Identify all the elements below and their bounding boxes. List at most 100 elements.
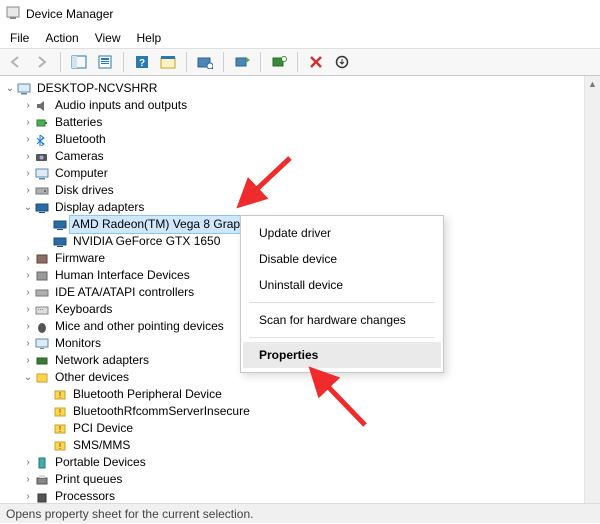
forward-button[interactable] (30, 51, 54, 73)
expand-icon[interactable]: › (22, 335, 34, 352)
ctx-scan-hardware[interactable]: Scan for hardware changes (243, 307, 441, 333)
menu-file[interactable]: File (4, 29, 35, 47)
expand-icon[interactable]: › (22, 114, 34, 131)
tree-label: Keyboards (54, 301, 113, 318)
expand-icon[interactable]: › (22, 318, 34, 335)
ctx-uninstall-device[interactable]: Uninstall device (243, 272, 441, 298)
tree-item[interactable]: › Computer (4, 165, 600, 182)
menu-action[interactable]: Action (39, 29, 84, 47)
properties-button[interactable] (93, 51, 117, 73)
menu-bar: File Action View Help (0, 28, 600, 48)
bluetooth-icon (34, 132, 50, 148)
menu-view[interactable]: View (89, 29, 127, 47)
portable-device-icon (34, 455, 50, 471)
audio-icon (34, 98, 50, 114)
expand-icon[interactable]: › (22, 148, 34, 165)
expand-icon[interactable]: › (22, 250, 34, 267)
tree-item[interactable]: › Portable Devices (4, 454, 600, 471)
tree-label: Human Interface Devices (54, 267, 191, 284)
title-bar: Device Manager (0, 0, 600, 28)
tree-root[interactable]: ⌄ DESKTOP-NCVSHRR (4, 80, 600, 97)
network-icon (34, 353, 50, 369)
toolbar: ? (0, 48, 600, 76)
battery-icon (34, 115, 50, 131)
camera-icon (34, 149, 50, 165)
tree-label: Other devices (54, 369, 130, 386)
tree-item-display-adapters[interactable]: ⌄ Display adapters (4, 199, 600, 216)
tree-item[interactable]: › ! Bluetooth Peripheral Device (4, 386, 600, 403)
ctx-properties[interactable]: Properties (243, 342, 441, 368)
unknown-device-icon: ! (52, 421, 68, 437)
tree-item[interactable]: › Audio inputs and outputs (4, 97, 600, 114)
tree-label: AMD Radeon(TM) Vega 8 Graphics (69, 215, 264, 234)
expand-icon[interactable]: › (22, 131, 34, 148)
tree-label: Audio inputs and outputs (54, 97, 188, 114)
tree-item[interactable]: › ! SMS/MMS (4, 437, 600, 454)
printer-icon (34, 472, 50, 488)
tree-label: Display adapters (54, 199, 145, 216)
tree-label: PCI Device (72, 420, 134, 437)
expand-icon[interactable]: › (22, 182, 34, 199)
tree-item[interactable]: › Disk drives (4, 182, 600, 199)
tree-label: SMS/MMS (72, 437, 131, 454)
tree-label: BluetoothRfcommServerInsecure (72, 403, 251, 420)
expand-icon[interactable]: › (22, 284, 34, 301)
tree-item[interactable]: › Processors (4, 488, 600, 503)
uninstall-button[interactable] (267, 51, 291, 73)
ctx-disable-device[interactable]: Disable device (243, 246, 441, 272)
disk-icon (34, 183, 50, 199)
help-button[interactable]: ? (130, 51, 154, 73)
tree-item[interactable]: › Print queues (4, 471, 600, 488)
menu-help[interactable]: Help (131, 29, 168, 47)
svg-text:!: ! (59, 425, 61, 434)
scroll-up-button[interactable]: ▲ (585, 76, 600, 92)
tree-item[interactable]: › ! BluetoothRfcommServerInsecure (4, 403, 600, 420)
tree-label: NVIDIA GeForce GTX 1650 (72, 233, 221, 250)
device-manager-icon (6, 6, 20, 23)
tree-item[interactable]: › Batteries (4, 114, 600, 131)
tree-label: Network adapters (54, 352, 150, 369)
expand-icon[interactable]: › (22, 352, 34, 369)
expand-icon[interactable]: › (22, 301, 34, 318)
collapse-icon[interactable]: ⌄ (22, 369, 34, 386)
expand-icon[interactable]: › (22, 97, 34, 114)
hid-icon (34, 268, 50, 284)
monitor-icon (34, 336, 50, 352)
display-adapter-icon (52, 217, 68, 233)
other-devices-icon (34, 370, 50, 386)
ctx-update-driver[interactable]: Update driver (243, 220, 441, 246)
svg-text:!: ! (59, 442, 61, 451)
expand-icon[interactable]: › (22, 454, 34, 471)
tree-item[interactable]: › Cameras (4, 148, 600, 165)
show-hide-console-button[interactable] (67, 51, 91, 73)
expand-icon[interactable]: › (22, 267, 34, 284)
tree-label: Monitors (54, 335, 102, 352)
status-text: Opens property sheet for the current sel… (6, 507, 253, 521)
expand-icon[interactable]: › (22, 165, 34, 182)
collapse-icon[interactable]: ⌄ (22, 199, 34, 216)
back-button[interactable] (4, 51, 28, 73)
tree-item[interactable]: › ! PCI Device (4, 420, 600, 437)
tree-label: DESKTOP-NCVSHRR (36, 80, 158, 97)
action-center-button[interactable] (156, 51, 180, 73)
disable-button[interactable] (304, 51, 328, 73)
enable-button[interactable] (330, 51, 354, 73)
scan-hardware-button[interactable] (193, 51, 217, 73)
ctx-separator (249, 302, 435, 303)
vertical-scrollbar[interactable]: ▲ (584, 76, 600, 503)
display-adapter-icon (52, 234, 68, 250)
tree-label: Mice and other pointing devices (54, 318, 225, 335)
collapse-icon[interactable]: ⌄ (4, 80, 16, 97)
status-bar: Opens property sheet for the current sel… (0, 503, 600, 523)
expand-icon[interactable]: › (22, 471, 34, 488)
tree-item[interactable]: › Bluetooth (4, 131, 600, 148)
svg-text:!: ! (59, 408, 61, 417)
tree-label: Portable Devices (54, 454, 147, 471)
update-driver-button[interactable] (230, 51, 254, 73)
computer-icon (34, 166, 50, 182)
computer-icon (16, 81, 32, 97)
expand-icon[interactable]: › (22, 488, 34, 503)
svg-text:!: ! (59, 391, 61, 400)
unknown-device-icon: ! (52, 438, 68, 454)
unknown-device-icon: ! (52, 387, 68, 403)
